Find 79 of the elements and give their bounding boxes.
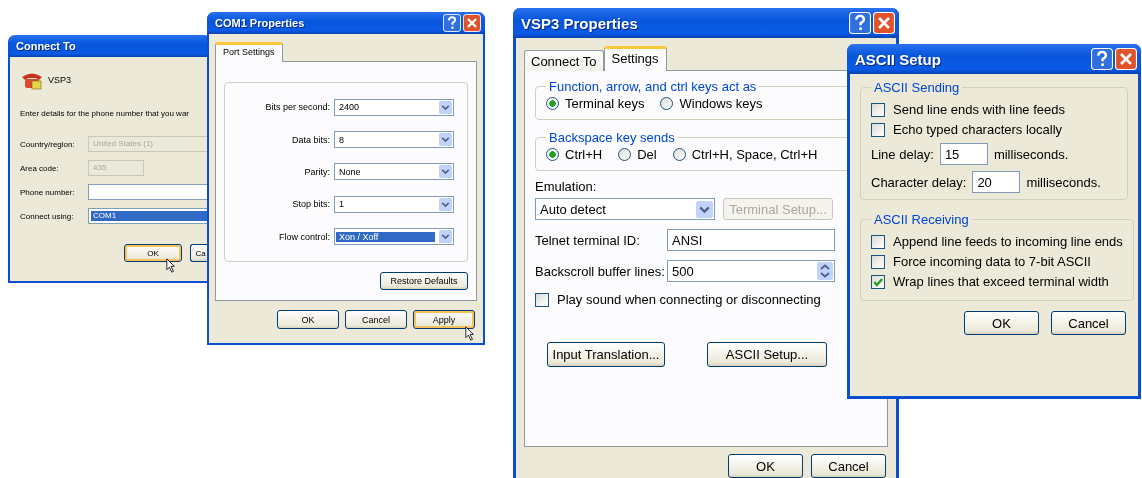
chevron-down-icon [439,133,452,147]
dialog-button[interactable]: OK [124,244,182,262]
input-field[interactable]: ANSI [667,229,835,251]
dialog-button[interactable]: ASCII Setup... [707,342,827,367]
dialog-button[interactable]: OK [277,310,339,329]
dropdown[interactable]: None [334,163,454,181]
dialog-button[interactable]: Input Translation... [547,342,665,367]
dialog-button[interactable]: Ca [190,244,210,262]
prompt-text: Enter details for the phone number that you war [20,109,190,118]
dropdown[interactable]: Auto detect [535,198,715,220]
dialog-button[interactable]: OK [728,454,803,478]
checkbox-option[interactable]: Send line ends with line feeds [871,102,1117,117]
input-field[interactable] [88,184,210,200]
checkbox-option[interactable]: Echo typed characters locally [871,122,1117,137]
chevron-down-icon [439,100,452,114]
close-icon[interactable] [463,14,481,32]
dropdown[interactable]: 1 [334,195,454,213]
field-label: Parity: [303,166,331,177]
cursor-icon [465,326,475,341]
spin-field[interactable]: 500 [667,260,835,282]
chevron-down-icon [439,165,452,179]
group-title: ASCII Sending [873,80,961,95]
close-icon[interactable] [1115,48,1137,70]
window-title: ASCII Setup [855,50,942,68]
field-label: Flow control: [277,231,331,242]
group-title: ASCII Receiving [873,212,970,227]
dialog-button[interactable]: OK [964,311,1039,335]
field-label: Character delay: [871,174,967,190]
dialog-button[interactable]: Apply [413,310,475,329]
dialog-button[interactable]: Cancel [345,310,407,329]
checkmark-icon [872,275,884,288]
dropdown[interactable]: 2400 [334,98,454,116]
unit-label: milliseconds. [993,146,1069,162]
field-label: Line delay: [871,146,934,162]
unit-label: milliseconds. [1026,174,1101,190]
tab[interactable]: Settings [603,46,667,71]
checkbox-option[interactable]: Wrap lines that exceed terminal width [871,274,1123,289]
window-title: VSP3 Properties [521,14,639,32]
field-label: Data bits: [290,134,331,145]
input-field[interactable]: COM1 [88,208,210,224]
spinner-arrows-icon [817,262,833,280]
tab[interactable]: Connect To [524,50,604,71]
radio-option[interactable]: Ctrl+H [546,147,603,162]
radio-option[interactable]: Del [618,147,657,162]
field-label: Stop bits: [291,199,331,210]
close-icon[interactable] [873,12,895,34]
input-field[interactable]: 20 [972,171,1021,193]
checkbox-option[interactable]: Play sound when connecting or disconnecting [535,292,877,307]
restore-defaults-button[interactable]: Restore Defaults [380,272,468,290]
help-icon[interactable] [849,12,871,34]
field-label: Bits per second: [264,102,331,113]
radio-option[interactable]: Terminal keys [546,96,645,111]
dropdown[interactable]: Xon / Xoff [334,228,454,246]
dialog-button[interactable]: Cancel [811,454,886,478]
radio-option[interactable]: Windows keys [660,96,763,111]
connection-name: VSP3 [48,75,71,85]
tab[interactable]: Port Settings [215,42,283,62]
field-label: Backscroll buffer lines: [535,263,666,279]
chevron-down-icon [439,230,452,244]
field-label: Phone number: [20,187,76,197]
dialog-button[interactable]: Cancel [1051,311,1126,335]
dropdown[interactable]: 8 [334,131,454,149]
checkbox-option[interactable]: Force incoming data to 7-bit ASCII [871,254,1123,269]
cursor-icon [166,258,176,273]
window-title: COM1 Properties [215,17,306,29]
help-icon[interactable] [1091,48,1113,70]
chevron-down-icon [439,197,452,211]
window-title: Connect To [16,40,77,52]
input-field[interactable]: 15 [939,143,988,165]
checkbox-option[interactable]: Append line feeds to incoming line ends [871,234,1123,249]
group-title: Backspace key sends [548,130,676,145]
group-title: Function, arrow, and ctrl keys act as [548,79,758,94]
radio-option[interactable]: Ctrl+H, Space, Ctrl+H [672,147,818,162]
help-icon[interactable] [443,14,461,32]
field-label: Country/region: [20,139,76,149]
field-label: Telnet terminal ID: [535,232,641,248]
field-label: Connect using: [20,211,75,221]
chevron-down-icon [696,200,713,218]
field-label: Area code: [20,163,60,173]
